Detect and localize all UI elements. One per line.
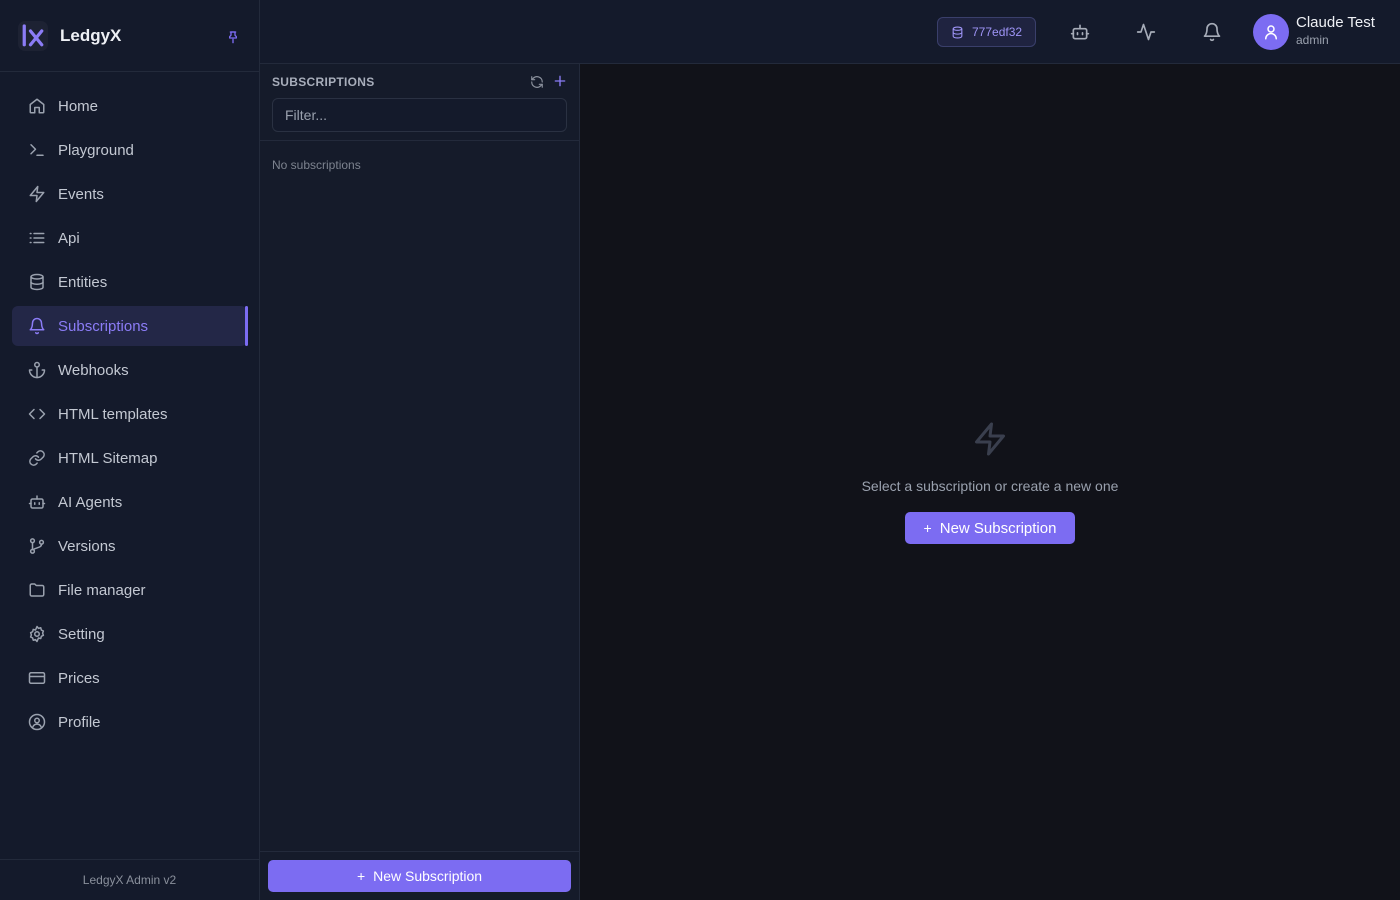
sidebar-item-ai-agents[interactable]: AI Agents bbox=[12, 482, 247, 522]
bolt-icon bbox=[972, 421, 1008, 457]
plus-icon: + bbox=[356, 868, 366, 884]
list-icon bbox=[28, 229, 46, 247]
sidebar-item-home[interactable]: Home bbox=[12, 86, 247, 126]
sidebar-item-entities[interactable]: Entities bbox=[12, 262, 247, 302]
sidebar-item-label: Events bbox=[58, 185, 104, 203]
sidebar-item-label: Versions bbox=[58, 537, 116, 555]
bolt-icon bbox=[28, 185, 46, 203]
database-icon bbox=[28, 273, 46, 291]
sidebar-item-versions[interactable]: Versions bbox=[12, 526, 247, 566]
anchor-icon bbox=[28, 361, 46, 379]
topbar: 777edf32 Claude Test admin bbox=[260, 0, 1400, 64]
database-icon bbox=[951, 26, 964, 39]
avatar[interactable] bbox=[1253, 14, 1289, 50]
panel-bottom-divider bbox=[260, 851, 579, 852]
database-id: 777edf32 bbox=[972, 25, 1023, 39]
user-role: admin bbox=[1296, 33, 1329, 47]
button-label: New Subscription bbox=[373, 868, 483, 884]
sidebar-item-label: AI Agents bbox=[58, 493, 123, 511]
sidebar-item-label: Home bbox=[58, 97, 99, 115]
folder-icon bbox=[28, 581, 46, 599]
sidebar-item-label: Subscriptions bbox=[58, 317, 149, 335]
new-subscription-button[interactable]: + New Subscription bbox=[268, 860, 571, 892]
subscriptions-panel: SUBSCRIPTIONS No subscriptions + New Sub… bbox=[260, 64, 580, 900]
user-name[interactable]: Claude Test bbox=[1296, 14, 1375, 31]
panel-title: SUBSCRIPTIONS bbox=[272, 75, 375, 89]
bell-icon[interactable] bbox=[1202, 22, 1222, 42]
sidebar-item-label: HTML Sitemap bbox=[58, 449, 158, 467]
bot-icon bbox=[28, 493, 46, 511]
brand: LedgyX bbox=[0, 0, 259, 72]
sidebar-item-label: Profile bbox=[58, 713, 101, 731]
sidebar-item-label: Playground bbox=[58, 141, 134, 159]
sidebar-item-html-sitemap[interactable]: HTML Sitemap bbox=[12, 438, 247, 478]
sidebar-item-label: Api bbox=[58, 229, 80, 247]
code-icon bbox=[28, 405, 46, 423]
sidebar-item-subscriptions[interactable]: Subscriptions bbox=[12, 306, 248, 346]
terminal-icon bbox=[28, 141, 46, 159]
sidebar-footer: LedgyX Admin v2 bbox=[0, 859, 259, 900]
empty-list-message: No subscriptions bbox=[272, 158, 361, 172]
bot-icon[interactable] bbox=[1070, 22, 1090, 42]
pin-icon[interactable] bbox=[225, 28, 241, 44]
sidebar-item-setting[interactable]: Setting bbox=[12, 614, 247, 654]
sidebar-item-webhooks[interactable]: Webhooks bbox=[12, 350, 247, 390]
git-branch-icon bbox=[28, 537, 46, 555]
sidebar-item-label: HTML templates bbox=[58, 405, 168, 423]
brand-name: LedgyX bbox=[60, 25, 122, 45]
sidebar-item-label: Setting bbox=[58, 625, 105, 643]
user-circle-icon bbox=[28, 713, 46, 731]
panel-divider bbox=[260, 140, 579, 141]
sidebar-item-api[interactable]: Api bbox=[12, 218, 247, 258]
user-icon bbox=[1262, 23, 1280, 41]
sidebar-item-prices[interactable]: Prices bbox=[12, 658, 247, 698]
sidebar-item-label: File manager bbox=[58, 581, 146, 599]
sidebar-item-label: Webhooks bbox=[58, 361, 129, 379]
sidebar-nav: Home Playground Events Api Entities Subs… bbox=[0, 72, 259, 742]
main-content: Select a subscription or create a new on… bbox=[580, 64, 1400, 900]
sidebar: LedgyX Home Playground Events Api Entiti… bbox=[0, 0, 260, 900]
bell-icon bbox=[28, 317, 46, 335]
filter-input[interactable] bbox=[272, 98, 567, 132]
plus-icon: + bbox=[923, 520, 932, 536]
sidebar-item-label: Prices bbox=[58, 669, 100, 687]
activity-icon[interactable] bbox=[1136, 22, 1156, 42]
add-subscription-icon[interactable] bbox=[552, 73, 568, 89]
new-subscription-button[interactable]: + New Subscription bbox=[905, 512, 1075, 544]
gear-icon bbox=[28, 625, 46, 643]
sidebar-item-profile[interactable]: Profile bbox=[12, 702, 247, 742]
sidebar-item-events[interactable]: Events bbox=[12, 174, 247, 214]
sidebar-item-file-manager[interactable]: File manager bbox=[12, 570, 247, 610]
sidebar-item-html-templates[interactable]: HTML templates bbox=[12, 394, 247, 434]
link-icon bbox=[28, 449, 46, 467]
credit-card-icon bbox=[28, 669, 46, 687]
ledgyx-logo[interactable] bbox=[18, 20, 48, 51]
home-icon bbox=[28, 97, 46, 115]
sidebar-item-playground[interactable]: Playground bbox=[12, 130, 247, 170]
database-badge[interactable]: 777edf32 bbox=[937, 17, 1037, 47]
empty-state-message: Select a subscription or create a new on… bbox=[861, 478, 1119, 494]
refresh-icon[interactable] bbox=[530, 75, 544, 89]
sidebar-item-label: Entities bbox=[58, 273, 108, 291]
button-label: New Subscription bbox=[939, 519, 1057, 537]
